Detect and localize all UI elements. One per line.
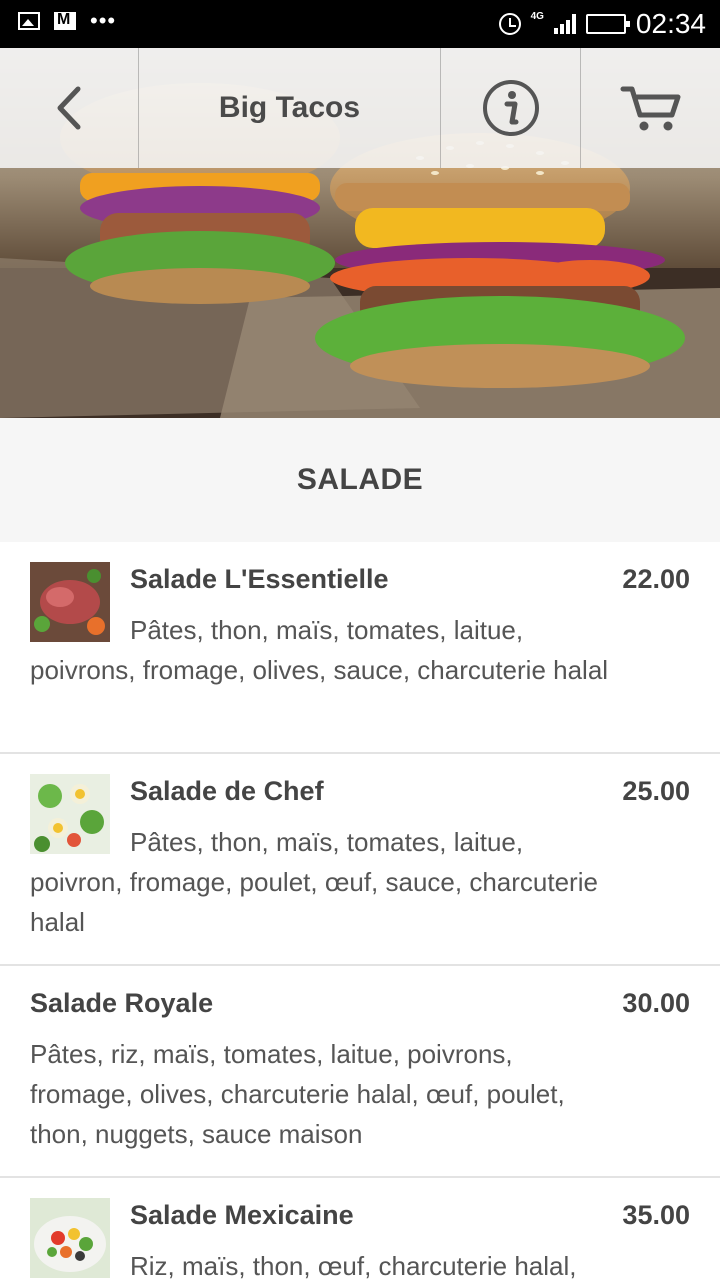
section-title: SALADE	[0, 418, 720, 542]
item-price: 22.00	[622, 564, 690, 594]
item-name: Salade de Chef	[130, 776, 324, 806]
back-chevron-icon	[57, 86, 81, 130]
info-icon	[482, 80, 539, 136]
item-name: Salade Mexicaine	[130, 1200, 354, 1230]
status-bar: ••• 4G 02:34	[0, 0, 720, 48]
alarm-icon	[498, 13, 521, 35]
menu-item[interactable]: Salade L'Essentielle 22.00 Pâtes, thon, …	[0, 542, 720, 754]
restaurant-title: Big Tacos	[139, 48, 441, 168]
item-price: 25.00	[622, 776, 690, 806]
top-toolbar: Big Tacos	[0, 48, 720, 168]
menu-item[interactable]: Salade de Chef 25.00 Pâtes, thon, maïs, …	[0, 754, 720, 966]
item-name: Salade L'Essentielle	[130, 564, 389, 594]
more-dots-icon: •••	[90, 8, 117, 33]
item-price: 30.00	[622, 988, 690, 1018]
item-name: Salade Royale	[30, 988, 214, 1018]
menu-item[interactable]: Salade Mexicaine 35.00 Riz, maïs, thon, …	[0, 1178, 720, 1280]
cart-icon	[620, 86, 680, 131]
battery-icon	[585, 14, 630, 34]
item-description: Riz, maïs, thon, œuf, charcuterie halal,	[130, 1251, 577, 1280]
item-thumbnail	[30, 1198, 110, 1278]
item-description: Pâtes, thon, maïs, tomates, laitue, poiv…	[30, 615, 609, 685]
menu-list: Salade L'Essentielle 22.00 Pâtes, thon, …	[0, 542, 720, 1280]
cart-button[interactable]	[581, 48, 720, 168]
menu-item[interactable]: Salade Royale 30.00 Pâtes, riz, maïs, to…	[0, 966, 720, 1178]
item-description: Pâtes, riz, maïs, tomates, laitue, poivr…	[30, 1039, 565, 1149]
gmail-icon	[54, 11, 76, 30]
image-icon	[18, 12, 40, 30]
item-description: Pâtes, thon, maïs, tomates, laitue, poiv…	[30, 827, 598, 937]
back-button[interactable]	[0, 48, 139, 168]
network-type: 4G	[530, 10, 544, 22]
item-price: 35.00	[622, 1200, 690, 1230]
status-time: 02:34	[635, 8, 706, 39]
info-button[interactable]	[441, 48, 581, 168]
signal-icon	[553, 14, 576, 34]
